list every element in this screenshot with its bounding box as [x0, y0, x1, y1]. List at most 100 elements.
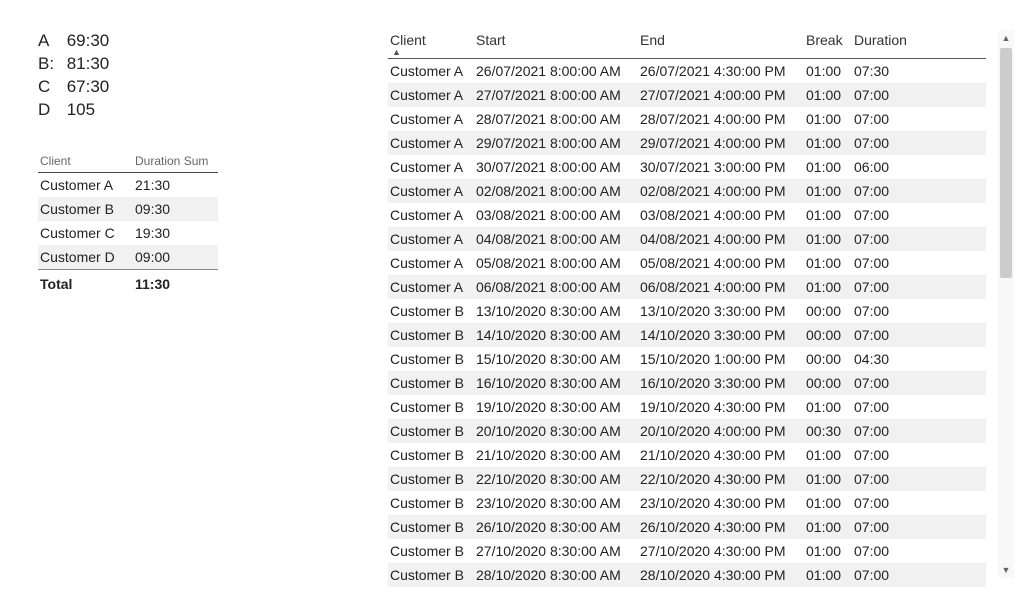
- cell-start: 29/07/2021 8:00:00 AM: [476, 134, 640, 152]
- cell-duration: 07:00: [854, 302, 924, 320]
- cell-start: 30/07/2021 8:00:00 AM: [476, 158, 640, 176]
- cell-break: 00:00: [806, 326, 854, 344]
- cell-client: Customer B: [388, 302, 476, 320]
- cell-break: 01:00: [806, 110, 854, 128]
- table-row[interactable]: Customer A29/07/2021 8:00:00 AM29/07/202…: [388, 131, 986, 155]
- cell-end: 02/08/2021 4:00:00 PM: [640, 182, 806, 200]
- cell-end: 16/10/2020 3:30:00 PM: [640, 374, 806, 392]
- summary-table: Client Duration Sum Customer A21:30Custo…: [38, 150, 218, 298]
- cell-duration: 07:00: [854, 398, 924, 416]
- stats-value: 67:30: [62, 77, 109, 96]
- cell-client: Customer B: [388, 518, 476, 536]
- summary-row[interactable]: Customer D09:00: [38, 245, 218, 269]
- scroll-up-icon[interactable]: ▲: [998, 30, 1014, 46]
- table-row[interactable]: Customer B22/10/2020 8:30:00 AM22/10/202…: [388, 467, 986, 491]
- cell-end: 15/10/2020 1:00:00 PM: [640, 350, 806, 368]
- table-row[interactable]: Customer A03/08/2021 8:00:00 AM03/08/202…: [388, 203, 986, 227]
- cell-duration: 07:00: [854, 326, 924, 344]
- table-row[interactable]: Customer B26/10/2020 8:30:00 AM26/10/202…: [388, 515, 986, 539]
- table-row[interactable]: Customer B23/10/2020 8:30:00 AM23/10/202…: [388, 491, 986, 515]
- scroll-down-icon[interactable]: ▼: [998, 562, 1014, 578]
- table-row[interactable]: Customer A27/07/2021 8:00:00 AM27/07/202…: [388, 83, 986, 107]
- cell-start: 04/08/2021 8:00:00 AM: [476, 230, 640, 248]
- cell-client: Customer A: [388, 158, 476, 176]
- table-row[interactable]: Customer A05/08/2021 8:00:00 AM05/08/202…: [388, 251, 986, 275]
- summary-cell-sum: 09:30: [135, 201, 216, 217]
- cell-duration: 07:00: [854, 542, 924, 560]
- table-row[interactable]: Customer B14/10/2020 8:30:00 AM14/10/202…: [388, 323, 986, 347]
- cell-start: 16/10/2020 8:30:00 AM: [476, 374, 640, 392]
- summary-cell-client: Customer D: [40, 249, 135, 265]
- table-row[interactable]: Customer A28/07/2021 8:00:00 AM28/07/202…: [388, 107, 986, 131]
- cell-end: 23/10/2020 4:30:00 PM: [640, 494, 806, 512]
- table-row[interactable]: Customer A26/07/2021 8:00:00 AM26/07/202…: [388, 59, 986, 83]
- cell-duration: 07:00: [854, 110, 924, 128]
- cell-duration: 06:00: [854, 158, 924, 176]
- table-row[interactable]: Customer B16/10/2020 8:30:00 AM16/10/202…: [388, 371, 986, 395]
- cell-start: 28/10/2020 8:30:00 AM: [476, 566, 640, 584]
- scroll-thumb[interactable]: [1000, 48, 1012, 278]
- cell-end: 05/08/2021 4:00:00 PM: [640, 254, 806, 272]
- summary-cell-client: Customer A: [40, 177, 135, 193]
- cell-client: Customer A: [388, 62, 476, 80]
- cell-end: 06/08/2021 4:00:00 PM: [640, 278, 806, 296]
- summary-total-row: Total 11:30: [38, 269, 218, 298]
- cell-duration: 07:00: [854, 494, 924, 512]
- cell-break: 00:30: [806, 422, 854, 440]
- cell-start: 19/10/2020 8:30:00 AM: [476, 398, 640, 416]
- cell-duration: 07:00: [854, 182, 924, 200]
- table-row[interactable]: Customer B15/10/2020 8:30:00 AM15/10/202…: [388, 347, 986, 371]
- main-header-break[interactable]: Break: [806, 32, 854, 56]
- stats-label: C: [38, 76, 62, 99]
- cell-start: 02/08/2021 8:00:00 AM: [476, 182, 640, 200]
- cell-end: 13/10/2020 3:30:00 PM: [640, 302, 806, 320]
- table-row[interactable]: Customer B27/10/2020 8:30:00 AM27/10/202…: [388, 539, 986, 563]
- table-row[interactable]: Customer B21/10/2020 8:30:00 AM21/10/202…: [388, 443, 986, 467]
- summary-row[interactable]: Customer A21:30: [38, 173, 218, 197]
- cell-duration: 07:00: [854, 470, 924, 488]
- table-row[interactable]: Customer A06/08/2021 8:00:00 AM06/08/202…: [388, 275, 986, 299]
- cell-break: 01:00: [806, 566, 854, 584]
- cell-end: 26/07/2021 4:30:00 PM: [640, 62, 806, 80]
- cell-end: 28/10/2020 4:30:00 PM: [640, 566, 806, 584]
- table-row[interactable]: Customer A30/07/2021 8:00:00 AM30/07/202…: [388, 155, 986, 179]
- cell-end: 19/10/2020 4:30:00 PM: [640, 398, 806, 416]
- cell-client: Customer B: [388, 350, 476, 368]
- cell-duration: 07:00: [854, 230, 924, 248]
- summary-header[interactable]: Client Duration Sum: [38, 150, 218, 173]
- table-row[interactable]: Customer B20/10/2020 8:30:00 AM20/10/202…: [388, 419, 986, 443]
- main-header[interactable]: Client ▲ Start End Break Duration: [388, 28, 986, 59]
- main-header-end[interactable]: End: [640, 32, 806, 56]
- cell-break: 01:00: [806, 134, 854, 152]
- summary-header-sum[interactable]: Duration Sum: [135, 154, 216, 168]
- table-row[interactable]: Customer B28/10/2020 8:30:00 AM28/10/202…: [388, 563, 986, 587]
- cell-break: 01:00: [806, 398, 854, 416]
- cell-start: 15/10/2020 8:30:00 AM: [476, 350, 640, 368]
- table-row[interactable]: Customer A02/08/2021 8:00:00 AM02/08/202…: [388, 179, 986, 203]
- main-header-client[interactable]: Client ▲: [388, 32, 476, 56]
- summary-cell-client: Customer B: [40, 201, 135, 217]
- cell-client: Customer B: [388, 494, 476, 512]
- table-row[interactable]: Customer A04/08/2021 8:00:00 AM04/08/202…: [388, 227, 986, 251]
- cell-break: 00:00: [806, 374, 854, 392]
- cell-break: 01:00: [806, 518, 854, 536]
- cell-break: 01:00: [806, 446, 854, 464]
- vertical-scrollbar[interactable]: ▲ ▼: [998, 30, 1014, 578]
- cell-client: Customer A: [388, 254, 476, 272]
- table-row[interactable]: Customer B19/10/2020 8:30:00 AM19/10/202…: [388, 395, 986, 419]
- summary-row[interactable]: Customer C19:30: [38, 221, 218, 245]
- table-row[interactable]: Customer B13/10/2020 8:30:00 AM13/10/202…: [388, 299, 986, 323]
- cell-start: 21/10/2020 8:30:00 AM: [476, 446, 640, 464]
- cell-break: 01:00: [806, 494, 854, 512]
- cell-client: Customer A: [388, 134, 476, 152]
- main-header-duration[interactable]: Duration: [854, 32, 924, 56]
- cell-client: Customer B: [388, 542, 476, 560]
- summary-header-client[interactable]: Client: [40, 154, 135, 168]
- cell-end: 04/08/2021 4:00:00 PM: [640, 230, 806, 248]
- summary-row[interactable]: Customer B09:30: [38, 197, 218, 221]
- cell-client: Customer A: [388, 278, 476, 296]
- stats-value: 81:30: [62, 54, 109, 73]
- cell-client: Customer A: [388, 182, 476, 200]
- cell-end: 21/10/2020 4:30:00 PM: [640, 446, 806, 464]
- main-header-start[interactable]: Start: [476, 32, 640, 56]
